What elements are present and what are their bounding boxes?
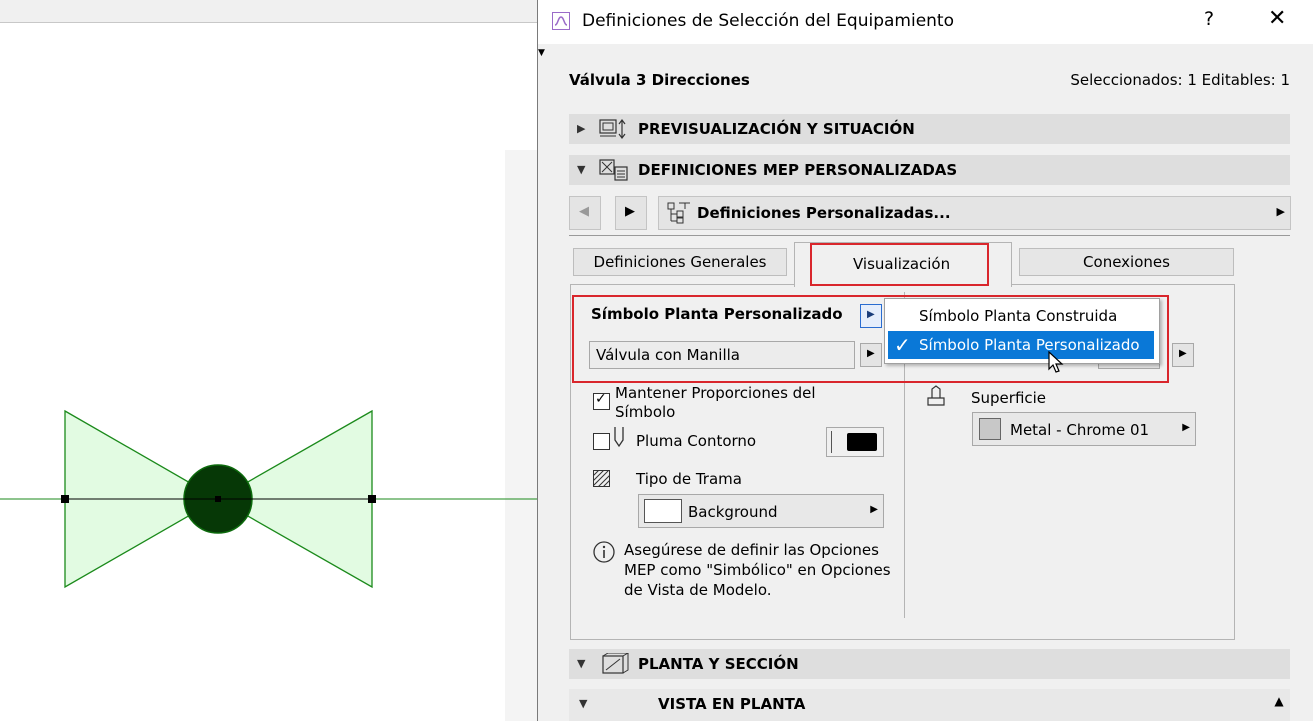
- symbol-type-menu: Símbolo Planta Construida ✓ Símbolo Plan…: [884, 298, 1160, 364]
- mep-tree-icon: [667, 202, 690, 224]
- keep-proportions-label: Mantener Proporciones del Símbolo: [615, 384, 816, 421]
- expand-down-icon: ▼: [577, 657, 586, 670]
- menu-item-custom-symbol[interactable]: ✓ Símbolo Planta Personalizado: [888, 331, 1154, 359]
- custom-settings-nav: ◀ ▶ Definiciones Personalizadas... ▶: [569, 196, 1291, 230]
- subsection-plan-view[interactable]: ▼ VISTA EN PLANTA: [569, 689, 1290, 721]
- keep-proportions-checkbox[interactable]: ✓: [593, 391, 610, 410]
- section-preview[interactable]: ▶ PREVISUALIZACIÓN Y SITUACIÓN: [569, 114, 1290, 144]
- pen-icon: [614, 427, 624, 448]
- tab-connections[interactable]: Conexiones: [1019, 248, 1234, 276]
- subsection-plan-view-title: VISTA EN PLANTA: [658, 695, 806, 713]
- expand-down-icon: ▼: [579, 697, 588, 710]
- pen-separator: [831, 431, 832, 453]
- menu-item-built-symbol[interactable]: Símbolo Planta Construida: [919, 307, 1117, 325]
- hatch-icon: [593, 470, 610, 487]
- highlight-display-tab: [810, 243, 989, 286]
- next-arrow-icon: ▶: [625, 204, 635, 219]
- paint-bucket-icon: [927, 385, 945, 406]
- surface-label: Superficie: [971, 389, 1047, 407]
- plan-section-icon: [602, 653, 629, 674]
- close-button[interactable]: ✕: [1268, 6, 1286, 31]
- dropdown-label: Definiciones Personalizadas...: [697, 204, 951, 222]
- section-mep-title: DEFINICIONES MEP PERSONALIZADAS: [638, 161, 958, 179]
- next-button[interactable]: ▶: [615, 196, 647, 230]
- section-plan[interactable]: ▼ PLANTA Y SECCIÓN: [569, 649, 1290, 679]
- section-preview-title: PREVISUALIZACIÓN Y SITUACIÓN: [638, 120, 915, 138]
- valve-symbol[interactable]: [0, 0, 538, 721]
- info-text: Asegúrese de definir las Opciones MEP co…: [624, 541, 891, 599]
- drawing-canvas[interactable]: [0, 0, 538, 721]
- info-icon: [593, 541, 615, 563]
- object-name: Válvula 3 Direcciones: [569, 71, 750, 89]
- menu-item-custom-symbol-label: Símbolo Planta Personalizado: [919, 336, 1140, 354]
- dialog-title: Definiciones de Selección del Equipamien…: [582, 11, 954, 31]
- check-icon: ✓: [595, 391, 607, 407]
- hatch-type-label: Tipo de Trama: [636, 470, 742, 488]
- custom-settings-dropdown[interactable]: Definiciones Personalizadas... ▶: [658, 196, 1291, 230]
- hotspot-right[interactable]: [368, 495, 376, 503]
- arrow-right-icon: ▶: [1179, 348, 1187, 359]
- hatch-type-dropdown[interactable]: Background ▶: [638, 494, 884, 528]
- surface-swatch: [979, 418, 1001, 440]
- collapse-arrow-icon[interactable]: ▼: [538, 48, 545, 58]
- help-button[interactable]: ?: [1204, 8, 1214, 30]
- surface-dropdown[interactable]: Metal - Chrome 01 ▶: [972, 412, 1196, 446]
- selection-info: Seleccionados: 1 Editables: 1: [1070, 71, 1290, 89]
- right-field-arrow[interactable]: ▶: [1172, 343, 1194, 367]
- hotspot-center[interactable]: [215, 496, 221, 502]
- expand-right-icon: ▶: [577, 122, 586, 135]
- pen-color-swatch: [847, 433, 877, 451]
- hatch-value: Background: [688, 503, 778, 521]
- mouse-cursor-icon: [1048, 351, 1064, 373]
- dropdown-arrow-icon: ▶: [1182, 422, 1190, 433]
- dropdown-arrow-icon: ▶: [870, 504, 878, 515]
- pen-color-button[interactable]: [826, 427, 884, 457]
- tab-general[interactable]: Definiciones Generales: [573, 248, 787, 276]
- preview-icon: [599, 119, 626, 139]
- app-icon: [552, 12, 570, 30]
- checkmark-icon: ✓: [894, 333, 911, 357]
- expand-down-icon: ▼: [577, 163, 586, 176]
- prev-button[interactable]: ◀: [569, 196, 601, 230]
- section-plan-title: PLANTA Y SECCIÓN: [638, 655, 799, 673]
- title-bar[interactable]: Definiciones de Selección del Equipamien…: [538, 0, 1313, 44]
- mep-settings-icon: [599, 159, 628, 181]
- contour-pen-checkbox[interactable]: [593, 433, 610, 450]
- prev-arrow-icon: ◀: [579, 204, 589, 219]
- dropdown-arrow-icon: ▶: [1276, 205, 1285, 218]
- divider: [569, 235, 1290, 236]
- hotspot-left[interactable]: [61, 495, 69, 503]
- section-mep[interactable]: ▼ DEFINICIONES MEP PERSONALIZADAS: [569, 155, 1290, 185]
- surface-value: Metal - Chrome 01: [1010, 421, 1150, 439]
- hatch-swatch: [644, 499, 682, 523]
- scroll-up-button[interactable]: ▲: [1269, 694, 1289, 714]
- contour-pen-label: Pluma Contorno: [636, 432, 757, 450]
- settings-dialog: Definiciones de Selección del Equipamien…: [537, 0, 1313, 721]
